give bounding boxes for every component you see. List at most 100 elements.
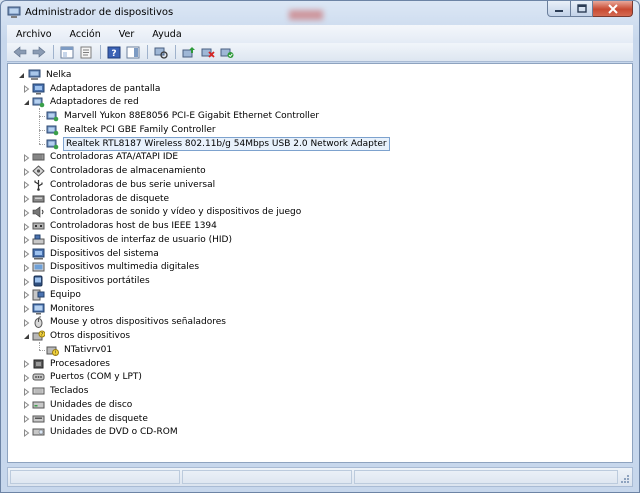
show-hide-console-tree-icon — [60, 46, 74, 58]
expanded-arrow-icon[interactable] — [17, 71, 25, 79]
expanded-arrow-icon[interactable] — [22, 333, 30, 341]
tree-category[interactable]: Unidades de disquete — [23, 412, 149, 425]
tree-item-label: Controladoras host de bus IEEE 1394 — [50, 221, 217, 231]
svg-text:!: ! — [54, 350, 56, 356]
minimize-button[interactable] — [547, 1, 571, 17]
tree-category[interactable]: Dispositivos portátiles — [23, 275, 151, 288]
menu-archivo[interactable]: Archivo — [7, 29, 61, 40]
tree-item-label: Unidades de disco — [50, 399, 133, 410]
menu-ayuda[interactable]: Ayuda — [143, 29, 190, 40]
tree-category[interactable]: Procesadores — [23, 357, 111, 370]
collapsed-arrow-icon[interactable] — [22, 153, 30, 162]
show-hide-console-tree-button[interactable] — [59, 45, 75, 60]
tree-category[interactable]: Controladoras host de bus IEEE 1394 — [23, 220, 218, 233]
action-pane-icon — [126, 46, 140, 58]
tree-category[interactable]: Controladoras ATA/ATAPI IDE — [23, 151, 179, 164]
help-button[interactable]: ? — [106, 45, 122, 60]
svg-text:?: ? — [41, 332, 44, 338]
tree-category[interactable]: Dispositivos de interfaz de usuario (HID… — [23, 233, 233, 246]
tree-device[interactable]: Marvell Yukon 88E8056 PCI-E Gigabit Ethe… — [46, 110, 320, 123]
forward-arrow-icon — [32, 46, 46, 58]
back-button[interactable] — [12, 45, 28, 60]
resize-grip-icon[interactable] — [620, 474, 630, 484]
tree-category[interactable]: Mouse y otros dispositivos señaladores — [23, 316, 227, 329]
collapsed-arrow-icon[interactable] — [22, 250, 30, 258]
tree-category[interactable]: Adaptadores de red — [23, 96, 140, 109]
properties-button[interactable] — [78, 45, 94, 60]
collapsed-arrow-icon[interactable] — [22, 360, 30, 368]
uninstall-button[interactable] — [200, 45, 216, 60]
tree-item-label: NTativrv01 — [64, 344, 113, 355]
expanded-arrow-icon[interactable] — [22, 99, 30, 107]
collapsed-arrow-icon[interactable] — [22, 318, 30, 327]
title-bar[interactable]: Administrador de dispositivos — [1, 1, 639, 25]
tree-category[interactable]: Equipo — [23, 288, 82, 301]
collapsed-arrow-icon[interactable] — [22, 291, 30, 300]
storage-controller-icon — [32, 165, 45, 177]
collapsed-arrow-icon[interactable] — [22, 401, 30, 410]
collapsed-arrow-icon[interactable] — [22, 181, 30, 190]
tree-category[interactable]: Monitores — [23, 302, 95, 315]
tree-category[interactable]: Dispositivos multimedia digitales — [23, 261, 200, 274]
tree-device[interactable]: Realtek PCI GBE Family Controller — [46, 123, 217, 136]
scan-hardware-button[interactable] — [153, 45, 169, 60]
dvd-drive-icon — [32, 426, 45, 438]
floppy-drive-icon — [32, 413, 45, 425]
forward-button[interactable] — [31, 45, 47, 60]
enable-device-button[interactable] — [219, 45, 235, 60]
tree-category[interactable]: Controladoras de disquete — [23, 192, 170, 205]
tree-device[interactable]: ! NTativrv01 — [46, 343, 113, 356]
collapsed-arrow-icon[interactable] — [22, 208, 30, 217]
collapsed-arrow-icon[interactable] — [22, 236, 30, 245]
device-tree[interactable]: Nelka Adaptadores de pantalla Adaptadores… — [7, 63, 633, 463]
collapsed-arrow-icon[interactable] — [22, 167, 30, 176]
scan-hardware-icon — [154, 47, 168, 59]
collapsed-arrow-icon[interactable] — [22, 277, 30, 286]
window-title: Administrador de dispositivos — [25, 7, 174, 18]
title-blur-artifact — [289, 10, 323, 20]
collapsed-arrow-icon[interactable] — [22, 373, 30, 382]
tree-category[interactable]: Unidades de DVD o CD-ROM — [23, 426, 179, 439]
tree-category[interactable]: Adaptadores de pantalla — [23, 82, 161, 95]
other-devices-icon: ? — [32, 330, 45, 342]
network-card-icon — [46, 124, 59, 136]
update-driver-button[interactable] — [181, 45, 197, 60]
tree-category[interactable]: Controladoras de sonido y vídeo y dispos… — [23, 206, 302, 219]
tree-category[interactable]: Dispositivos del sistema — [23, 247, 160, 260]
collapsed-arrow-icon[interactable] — [22, 428, 30, 437]
collapsed-arrow-icon[interactable] — [22, 195, 30, 203]
tree-item-label: Marvell Yukon 88E8056 PCI-E Gigabit Ethe… — [64, 111, 320, 121]
collapsed-arrow-icon[interactable] — [22, 387, 30, 396]
collapsed-arrow-icon[interactable] — [22, 263, 30, 272]
tree-root[interactable]: Nelka — [17, 68, 72, 81]
properties-icon — [80, 46, 92, 58]
toolbar-separator — [53, 45, 54, 59]
collapsed-arrow-icon[interactable] — [22, 222, 30, 231]
tree-category[interactable]: Unidades de disco — [23, 398, 133, 411]
help-icon: ? — [107, 46, 121, 59]
tree-category[interactable]: ? Otros dispositivos — [23, 330, 131, 343]
tree-category[interactable]: Controladoras de almacenamiento — [23, 165, 207, 178]
update-driver-icon — [182, 46, 195, 57]
close-button[interactable] — [593, 1, 633, 17]
unknown-device-icon: ! — [46, 344, 59, 356]
action-pane-button[interactable] — [125, 45, 141, 60]
menu-accion[interactable]: Acción — [61, 29, 110, 40]
tree-item-label: Dispositivos del sistema — [50, 248, 159, 259]
menu-ver[interactable]: Ver — [110, 29, 144, 40]
floppy-controller-icon — [32, 193, 45, 205]
collapsed-arrow-icon[interactable] — [22, 415, 30, 423]
tree-item-label: Unidades de DVD o CD-ROM — [50, 427, 178, 438]
tree-item-label: Controladoras de disquete — [50, 193, 170, 204]
tree-category[interactable]: Teclados — [23, 385, 89, 398]
toolbar-separator — [147, 45, 148, 59]
enable-device-icon — [220, 48, 234, 58]
collapsed-arrow-icon[interactable] — [22, 305, 30, 313]
tree-category[interactable]: Puertos (COM y LPT) — [23, 371, 143, 384]
collapsed-arrow-icon[interactable] — [22, 85, 30, 93]
tree-device[interactable]: Realtek RTL8187 Wireless 802.11b/g 54Mbp… — [46, 136, 390, 151]
maximize-button[interactable] — [571, 1, 593, 17]
computer-icon — [28, 69, 41, 81]
ide-controller-icon — [32, 151, 45, 163]
tree-category[interactable]: Controladoras de bus serie universal — [23, 178, 216, 191]
